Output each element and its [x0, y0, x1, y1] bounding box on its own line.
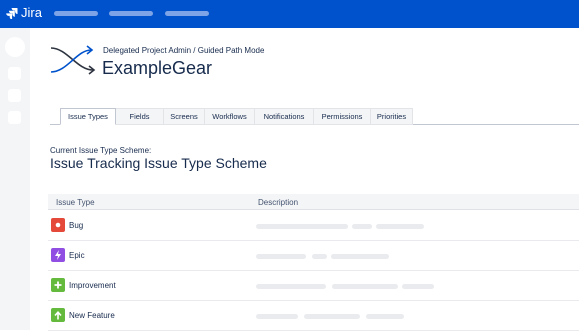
tab-workflows[interactable]: Workflows — [205, 108, 255, 125]
tab-permissions[interactable]: Permissions — [314, 108, 371, 125]
project-title: ExampleGear — [102, 58, 213, 78]
description-placeholder — [256, 224, 348, 229]
description-placeholder — [352, 224, 372, 229]
top-navigation-bar: Jira — [0, 0, 579, 28]
column-header-description: Description — [258, 198, 299, 207]
sidebar-item-1[interactable] — [8, 67, 21, 80]
issue-type-label: Bug — [69, 221, 84, 230]
table-row[interactable]: New Feature — [48, 301, 579, 331]
description-placeholder — [256, 284, 326, 289]
sidebar-item-2[interactable] — [8, 89, 21, 102]
bug-icon — [51, 218, 65, 232]
description-placeholder — [366, 314, 404, 319]
description-placeholder — [312, 254, 327, 259]
jira-logo-icon — [6, 7, 18, 19]
nav-item-1[interactable] — [54, 11, 98, 16]
logo-text: Jira — [21, 5, 42, 20]
table-header: Issue Type Description — [48, 194, 579, 210]
issue-type-label: Epic — [69, 251, 85, 260]
plus-icon — [51, 278, 65, 292]
tab-issue-types[interactable]: Issue Types — [60, 108, 116, 125]
description-placeholder — [304, 314, 360, 319]
description-placeholder — [402, 284, 434, 289]
issue-type-label: Improvement — [69, 281, 116, 290]
sidebar — [0, 28, 30, 330]
arrow-up-icon — [51, 308, 65, 322]
column-header-issue-type: Issue Type — [56, 198, 95, 207]
tab-screens[interactable]: Screens — [164, 108, 205, 125]
description-placeholder — [332, 284, 398, 289]
description-placeholder — [256, 314, 298, 319]
description-placeholder — [376, 224, 424, 229]
nav-item-3[interactable] — [165, 11, 209, 16]
jira-logo[interactable]: Jira — [6, 5, 42, 20]
project-avatar-icon — [50, 45, 96, 75]
table-row[interactable]: Bug — [48, 211, 579, 241]
description-placeholder — [256, 254, 306, 259]
issue-type-label: New Feature — [69, 311, 115, 320]
table-row[interactable]: Improvement — [48, 271, 579, 301]
tab-notifications[interactable]: Notifications — [255, 108, 314, 125]
sidebar-item-3[interactable] — [8, 111, 21, 124]
sidebar-avatar[interactable] — [5, 37, 25, 57]
tab-priorities[interactable]: Priorities — [371, 108, 413, 125]
breadcrumb[interactable]: Delegated Project Admin / Guided Path Mo… — [103, 46, 264, 55]
scheme-label: Current Issue Type Scheme: — [50, 146, 152, 155]
admin-tabs: Issue Types Fields Screens Workflows Not… — [60, 108, 413, 125]
lightning-icon — [51, 248, 65, 262]
table-row[interactable]: Epic — [48, 241, 579, 271]
nav-item-2[interactable] — [109, 11, 153, 16]
tab-fields[interactable]: Fields — [116, 108, 164, 125]
scheme-name: Issue Tracking Issue Type Scheme — [50, 155, 267, 171]
description-placeholder — [331, 254, 389, 259]
